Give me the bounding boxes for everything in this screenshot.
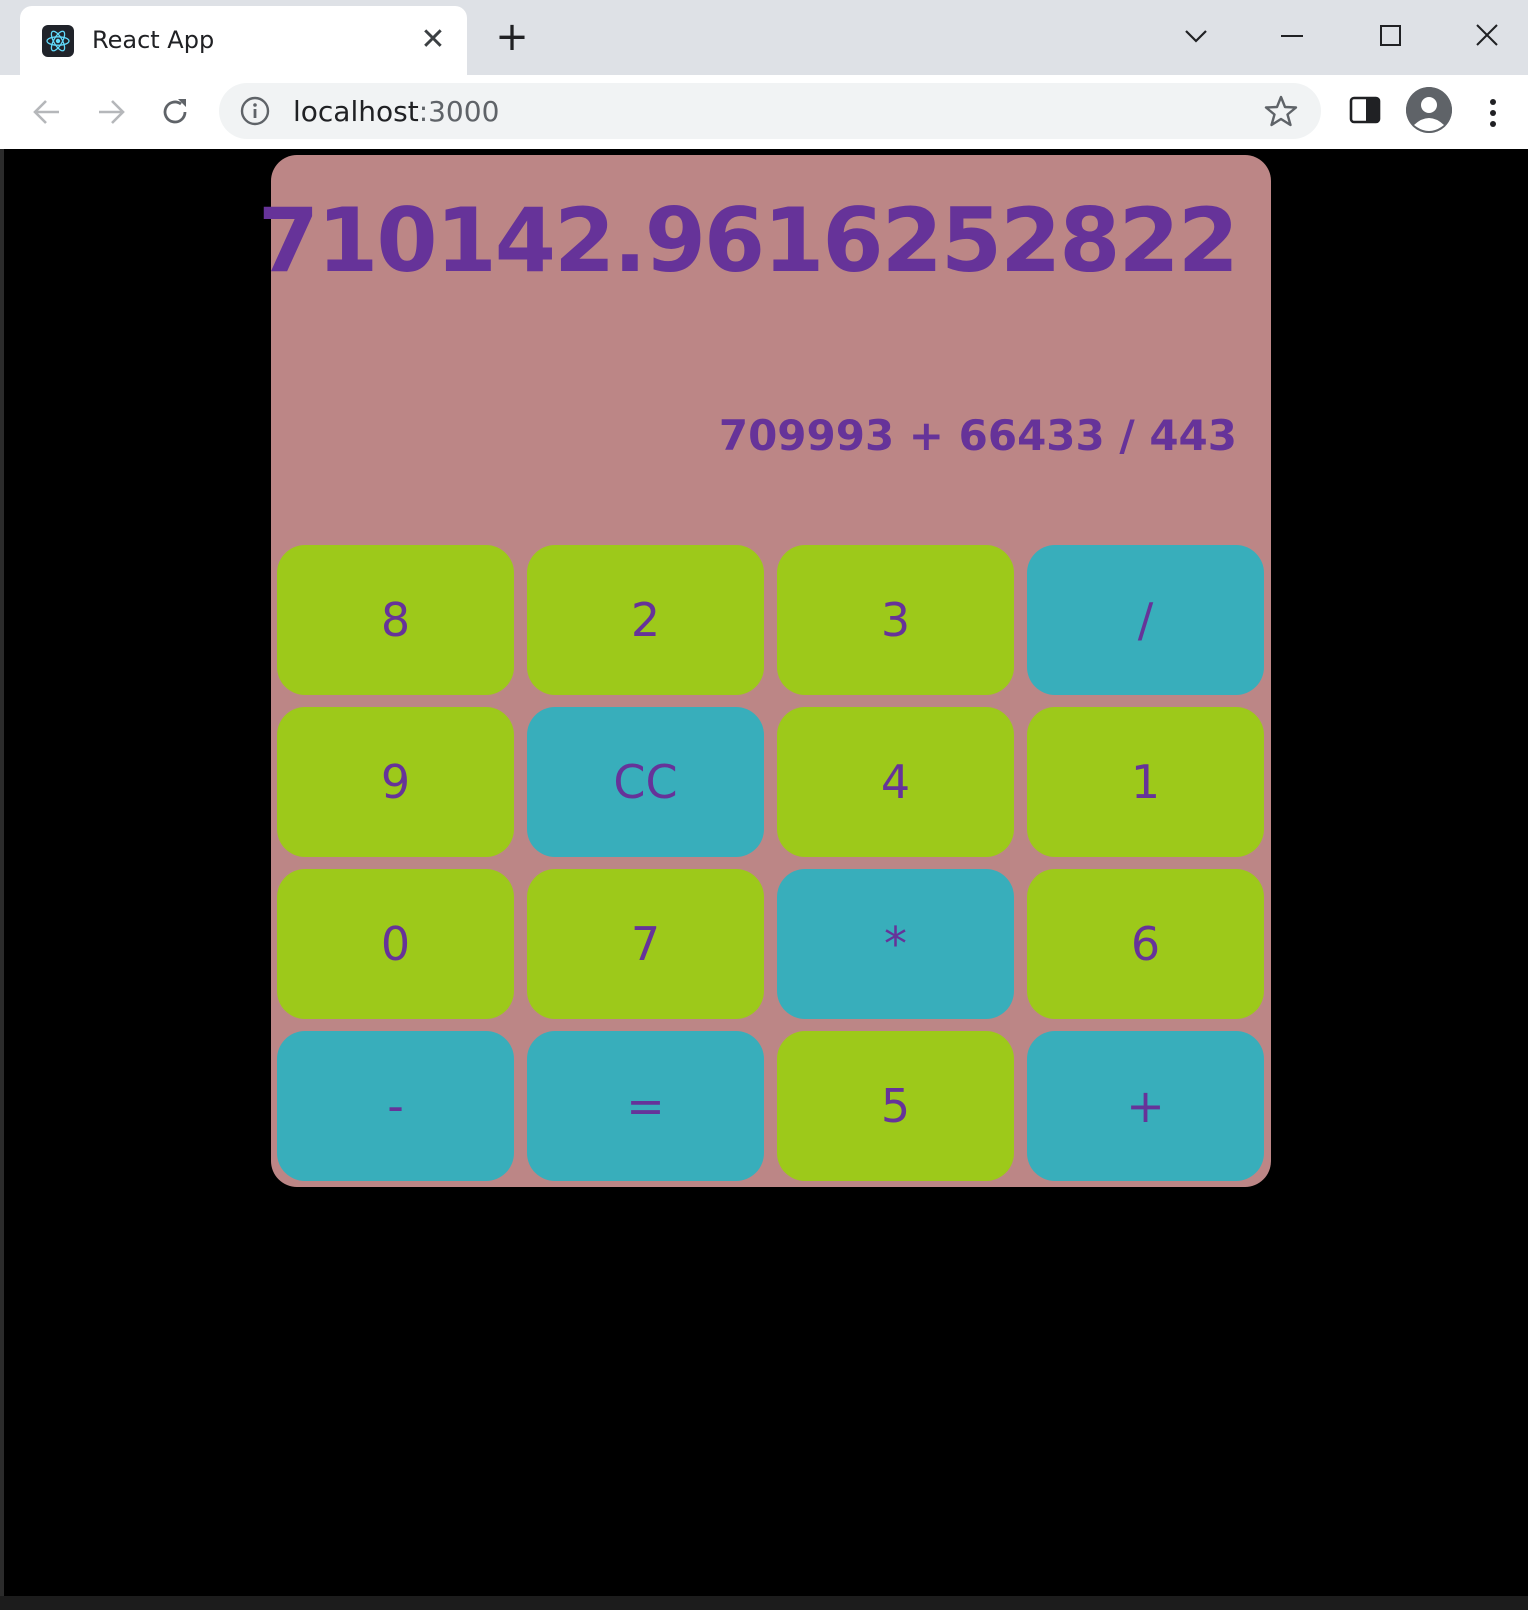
key-4-button[interactable]: 4 (777, 707, 1014, 857)
minimize-icon[interactable] (1272, 18, 1312, 54)
key-divide-button[interactable]: / (1027, 545, 1264, 695)
key-clear-button[interactable]: CC (527, 707, 764, 857)
tab-strip: React App ✕ + (0, 0, 1528, 76)
address-bar[interactable]: localhost:3000 (219, 83, 1321, 139)
browser-tab[interactable]: React App ✕ (20, 6, 467, 76)
window-edge (0, 1596, 1528, 1610)
star-icon[interactable] (1263, 93, 1299, 129)
side-panel-icon[interactable] (1345, 90, 1385, 130)
url-port: :3000 (418, 95, 500, 128)
chevron-down-icon[interactable] (1176, 18, 1216, 54)
url-text[interactable]: localhost:3000 (293, 95, 499, 128)
key-add-button[interactable]: + (1027, 1031, 1264, 1181)
result-display: 710142.9616252822 (257, 189, 1239, 292)
profile-icon[interactable] (1406, 87, 1452, 133)
tab-title: React App (92, 26, 215, 54)
close-icon[interactable]: ✕ (418, 25, 448, 56)
key-7-button[interactable]: 7 (527, 869, 764, 1019)
browser-toolbar: localhost:3000 (0, 75, 1528, 149)
back-arrow-icon[interactable] (26, 91, 68, 133)
react-logo-icon (42, 25, 74, 57)
screen: React App ✕ + localhost:3000 710142.9616… (0, 0, 1528, 1610)
key-0-button[interactable]: 0 (277, 869, 514, 1019)
forward-arrow-icon[interactable] (90, 91, 132, 133)
key-8-button[interactable]: 8 (277, 545, 514, 695)
reload-icon[interactable] (154, 91, 196, 133)
key-6-button[interactable]: 6 (1027, 869, 1264, 1019)
key-9-button[interactable]: 9 (277, 707, 514, 857)
key-1-button[interactable]: 1 (1027, 707, 1264, 857)
key-2-button[interactable]: 2 (527, 545, 764, 695)
kebab-menu-icon[interactable] (1478, 93, 1508, 133)
new-tab-button[interactable]: + (494, 17, 530, 57)
info-icon[interactable] (239, 95, 271, 127)
key-3-button[interactable]: 3 (777, 545, 1014, 695)
key-equals-button[interactable]: = (527, 1031, 764, 1181)
key-subtract-button[interactable]: - (277, 1031, 514, 1181)
page-viewport: 710142.9616252822 709993 + 66433 / 443 8… (4, 149, 1528, 1595)
url-host: localhost (293, 95, 419, 128)
expression-display: 709993 + 66433 / 443 (718, 411, 1237, 460)
calculator-panel: 710142.9616252822 709993 + 66433 / 443 8… (258, 155, 1271, 1187)
keypad: 8 2 3 / 9 CC 4 1 0 7 * 6 - = 5 + (277, 545, 1265, 1181)
key-5-button[interactable]: 5 (777, 1031, 1014, 1181)
key-multiply-button[interactable]: * (777, 869, 1014, 1019)
close-window-icon[interactable] (1467, 18, 1507, 54)
maximize-icon[interactable] (1370, 18, 1410, 54)
